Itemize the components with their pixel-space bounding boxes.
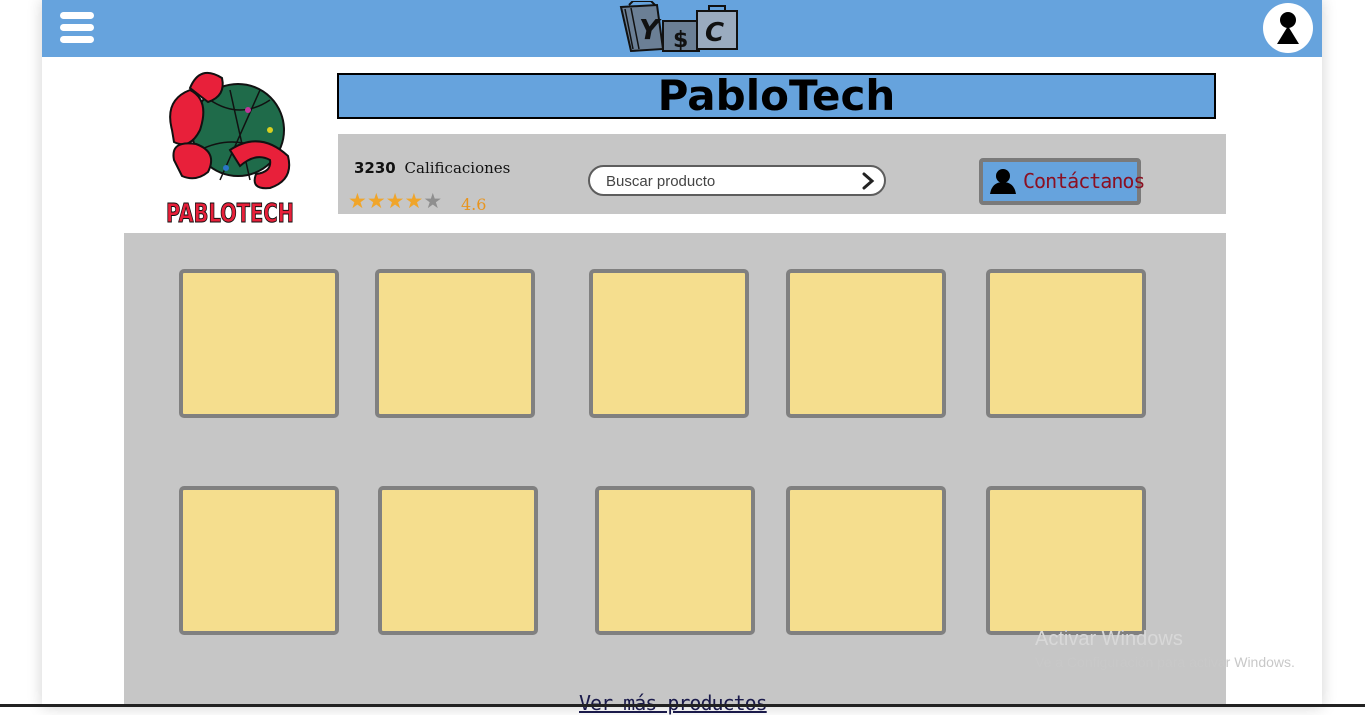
contact-button[interactable]: Contáctanos bbox=[979, 158, 1145, 205]
product-card[interactable] bbox=[986, 269, 1146, 418]
rating-value: 4.6 bbox=[461, 195, 487, 214]
chevron-right-icon[interactable] bbox=[860, 172, 876, 190]
store-info-bar: 3230 Calificaciones ★★★★★ 4.6 Contáctano… bbox=[338, 134, 1226, 214]
star-filled-icon: ★ bbox=[348, 189, 367, 213]
store-logo-text: PABLOTECH bbox=[166, 199, 294, 229]
star-filled-icon: ★ bbox=[404, 189, 424, 213]
top-navigation-bar: Y $ C bbox=[42, 0, 1322, 57]
product-card[interactable] bbox=[786, 486, 946, 635]
product-card[interactable] bbox=[595, 486, 755, 635]
store-logo: PABLOTECH bbox=[166, 71, 295, 230]
watermark-subtitle: Ve a Configuración para activar Windows. bbox=[1035, 654, 1295, 670]
product-card[interactable] bbox=[378, 486, 538, 635]
product-card[interactable] bbox=[589, 269, 749, 418]
ratings-count: 3230 bbox=[354, 159, 396, 177]
product-card[interactable] bbox=[786, 269, 946, 418]
user-profile-button[interactable] bbox=[1263, 3, 1313, 53]
person-icon bbox=[990, 169, 1016, 194]
logo-letter-c: C bbox=[705, 18, 724, 48]
watermark-title: Activar Windows bbox=[1035, 628, 1183, 650]
ratings-label: Calificaciones bbox=[404, 159, 511, 177]
see-more-products-link[interactable]: Ver más productos bbox=[579, 691, 768, 715]
hamburger-menu-icon[interactable] bbox=[60, 12, 94, 44]
product-card[interactable] bbox=[179, 269, 339, 418]
search-input[interactable] bbox=[604, 170, 848, 192]
logo-letter-y: Y bbox=[639, 13, 662, 46]
product-card[interactable] bbox=[986, 486, 1146, 635]
logo-letter-dollar: $ bbox=[673, 28, 688, 53]
product-card[interactable] bbox=[179, 486, 339, 635]
site-logo[interactable]: Y $ C bbox=[617, 1, 745, 53]
user-icon bbox=[1277, 12, 1299, 44]
windows-activation-watermark: Activar Windows Ve a Configuración para … bbox=[1035, 628, 1295, 670]
contact-button-label: Contáctanos bbox=[1023, 169, 1145, 193]
product-card[interactable] bbox=[375, 269, 535, 418]
star-rating: ★★★★★ bbox=[348, 189, 443, 213]
search-box bbox=[588, 165, 886, 196]
star-filled-icon: ★ bbox=[366, 189, 386, 213]
store-title: PabloTech bbox=[337, 73, 1216, 119]
star-empty-icon: ★ bbox=[423, 189, 443, 213]
ratings-summary: 3230 Calificaciones bbox=[354, 159, 510, 177]
star-filled-icon: ★ bbox=[385, 189, 405, 213]
